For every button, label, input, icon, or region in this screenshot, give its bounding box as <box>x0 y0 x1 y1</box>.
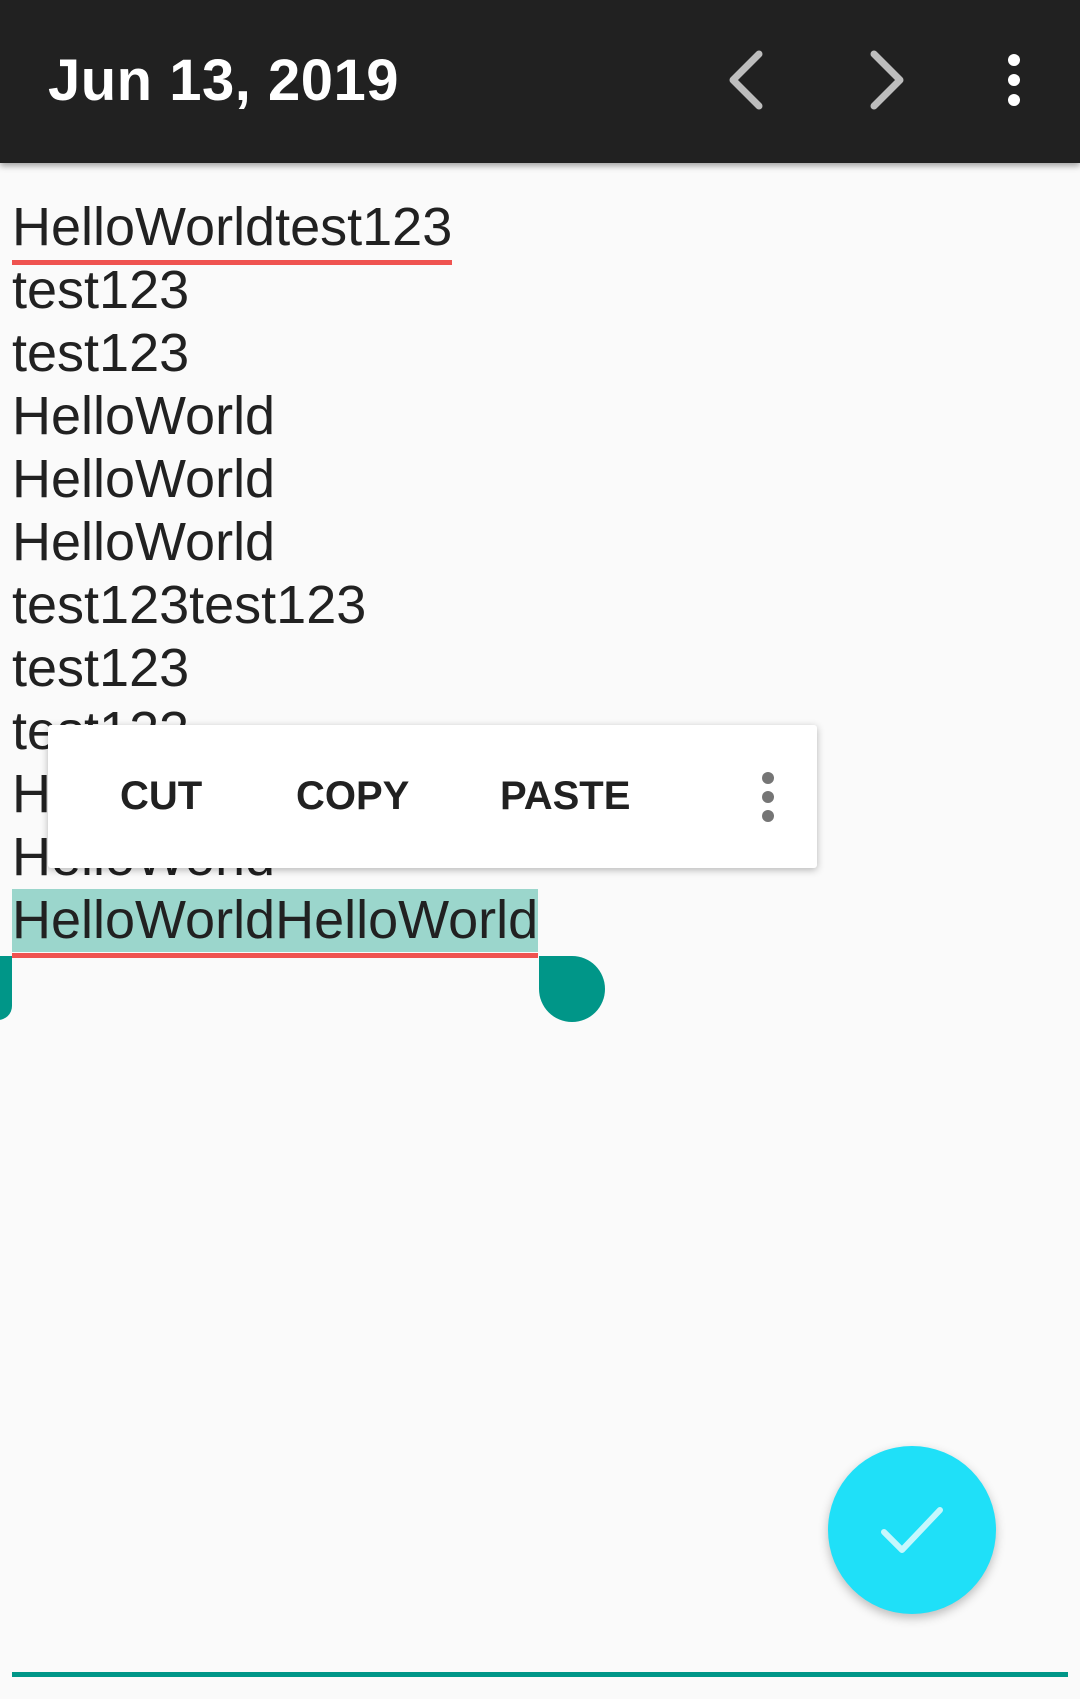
text-selection-menu: CUT COPY PASTE <box>48 725 817 868</box>
text-line: HelloWorldtest123 <box>12 196 1072 265</box>
spell-error-underline <box>12 260 453 265</box>
spell-error-underline <box>12 953 539 958</box>
save-fab-button[interactable] <box>828 1446 996 1614</box>
chevron-right-icon <box>870 50 904 110</box>
selected-text[interactable]: HelloWorldHelloWorld <box>12 889 539 958</box>
text-line: HelloWorld <box>12 512 276 572</box>
text-line: test123 <box>12 323 190 383</box>
text-line: test123test123 <box>12 575 367 635</box>
text-line: HelloWorld <box>12 449 276 509</box>
date-title: Jun 13, 2019 <box>48 48 399 113</box>
selection-start-handle[interactable] <box>0 956 12 1020</box>
check-icon <box>881 1507 943 1553</box>
more-vertical-icon <box>762 771 774 822</box>
previous-day-button[interactable] <box>695 30 795 130</box>
text-line: test123 <box>12 638 190 698</box>
paste-button[interactable]: PASTE <box>500 725 630 868</box>
text-line: HelloWorld <box>12 386 276 446</box>
next-day-button[interactable] <box>838 30 938 130</box>
text-line: HelloWorldHelloWorld <box>12 889 1072 958</box>
overflow-menu-button[interactable] <box>964 30 1064 130</box>
more-vertical-icon <box>1008 54 1020 106</box>
text-line: test123 <box>12 260 190 320</box>
app-toolbar: Jun 13, 2019 <box>0 0 1080 163</box>
cut-button[interactable]: CUT <box>120 725 202 868</box>
editor-focus-underline <box>12 1672 1068 1677</box>
chevron-left-icon <box>729 50 763 110</box>
selection-more-button[interactable] <box>728 725 808 868</box>
copy-button[interactable]: COPY <box>296 725 409 868</box>
selection-end-handle[interactable] <box>539 956 605 1022</box>
